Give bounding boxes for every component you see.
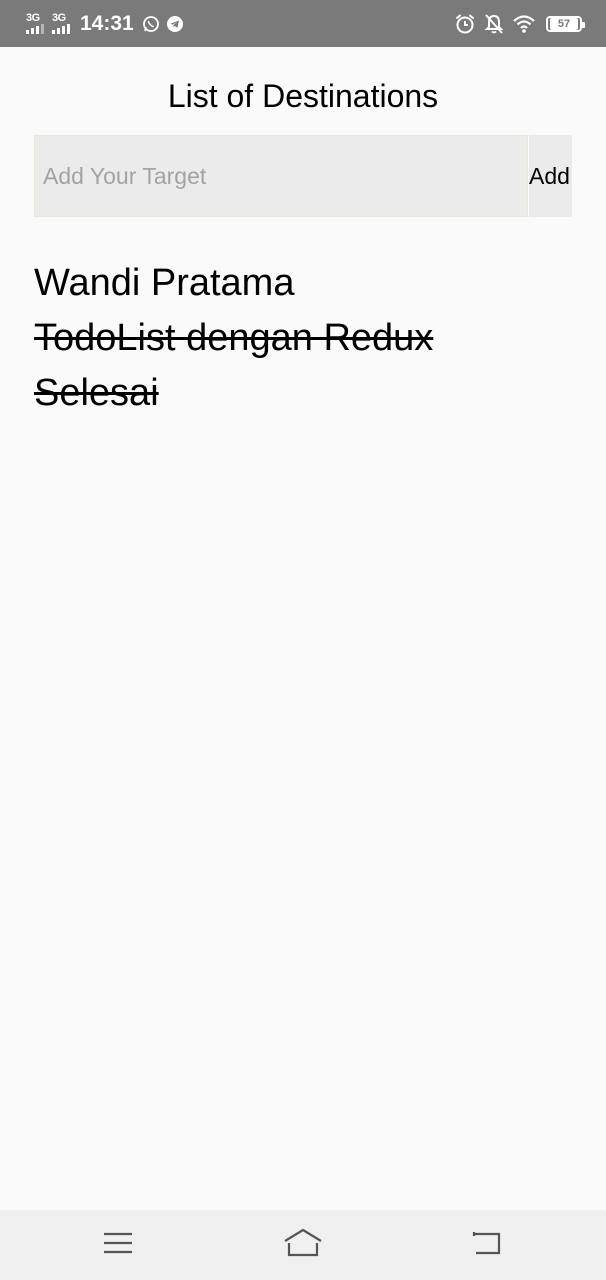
- status-bar-right: 57: [446, 13, 585, 35]
- home-button[interactable]: [281, 1228, 325, 1262]
- menu-icon: [103, 1231, 133, 1260]
- network-type-label: 3G: [26, 12, 40, 24]
- back-button[interactable]: [465, 1228, 509, 1262]
- signal-sim1: 3G: [26, 13, 44, 34]
- todo-list: Wandi Pratama TodoList dengan Redux Sele…: [34, 256, 433, 421]
- page-title: List of Destinations: [167, 78, 439, 114]
- notifications-off-icon: [484, 13, 504, 35]
- whatsapp-icon: [142, 15, 160, 33]
- clock: 14:31: [80, 11, 134, 35]
- add-button[interactable]: Add: [529, 135, 572, 217]
- todo-item-completed[interactable]: Selesai: [34, 366, 433, 421]
- target-input[interactable]: [34, 135, 528, 217]
- add-target-form: Add: [34, 135, 572, 217]
- battery-level: 57: [550, 17, 578, 30]
- status-bar: 3G 3G 14:31 57: [0, 0, 606, 47]
- signal-sim2: 3G: [52, 13, 70, 34]
- todo-item[interactable]: Wandi Pratama: [34, 256, 433, 311]
- network-type-label: 3G: [52, 12, 66, 24]
- telegram-icon: [166, 15, 184, 33]
- back-icon: [471, 1230, 503, 1261]
- wifi-icon: [512, 14, 536, 34]
- signal-bars-icon: [52, 24, 70, 34]
- navigation-bar: [0, 1210, 606, 1280]
- menu-button[interactable]: [96, 1228, 140, 1262]
- status-bar-left: 3G 3G 14:31: [26, 12, 190, 36]
- signal-bars-icon: [26, 24, 44, 34]
- todo-item-completed[interactable]: TodoList dengan Redux: [34, 311, 433, 366]
- battery-icon: 57: [546, 15, 585, 32]
- alarm-icon: [454, 13, 476, 35]
- home-icon: [283, 1228, 323, 1263]
